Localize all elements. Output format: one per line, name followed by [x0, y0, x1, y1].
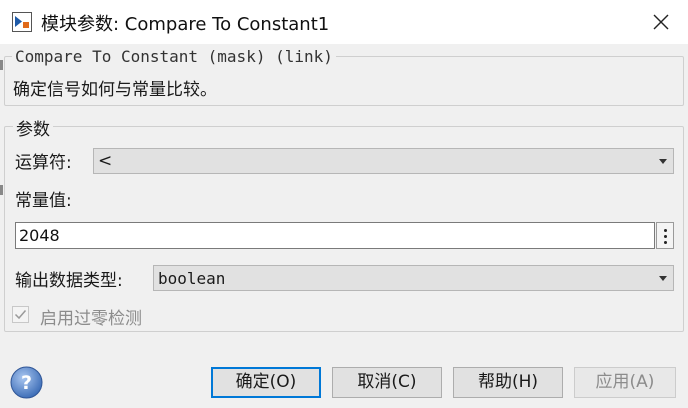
output-type-dropdown[interactable]: boolean [153, 265, 674, 291]
chevron-down-icon [659, 159, 667, 164]
checkmark-icon [14, 310, 27, 320]
zero-crossing-checkbox[interactable] [12, 306, 29, 323]
constant-value-input[interactable] [16, 223, 654, 248]
constant-value-field[interactable] [15, 222, 655, 249]
help-question-icon[interactable]: ? [10, 366, 43, 399]
cancel-button[interactable]: 取消(C) [332, 367, 442, 398]
description-text: 确定信号如何与常量比较。 [13, 80, 217, 100]
operator-dropdown[interactable]: < [93, 148, 674, 174]
window-title: 模块参数: Compare To Constant1 [41, 14, 330, 35]
resize-edge-mark [0, 60, 3, 70]
resize-edge-mark [0, 185, 3, 195]
ok-button[interactable]: 确定(O) [211, 367, 321, 398]
chevron-down-icon [659, 276, 667, 281]
close-icon [653, 14, 669, 30]
parameters-group-title: 参数 [13, 115, 53, 140]
svg-text:?: ? [21, 372, 32, 394]
app-icon [12, 12, 32, 32]
operator-value: < [98, 151, 113, 171]
operator-label: 运算符: [15, 153, 72, 173]
zero-crossing-label: 启用过零检测 [40, 309, 142, 329]
close-button[interactable] [644, 6, 678, 38]
more-vertical-icon [664, 229, 667, 232]
description-group-title: Compare To Constant (mask) (link) [12, 47, 336, 66]
constant-label: 常量值: [15, 191, 72, 211]
more-vertical-icon-dot [664, 241, 667, 244]
title-bar: 模块参数: Compare To Constant1 [0, 0, 688, 44]
output-type-label: 输出数据类型: [15, 271, 123, 291]
more-options-button[interactable] [656, 222, 674, 249]
more-vertical-icon-dot [664, 235, 667, 238]
output-type-value: boolean [158, 269, 226, 288]
help-button[interactable]: 帮助(H) [453, 367, 563, 398]
apply-button[interactable]: 应用(A) [574, 367, 676, 398]
